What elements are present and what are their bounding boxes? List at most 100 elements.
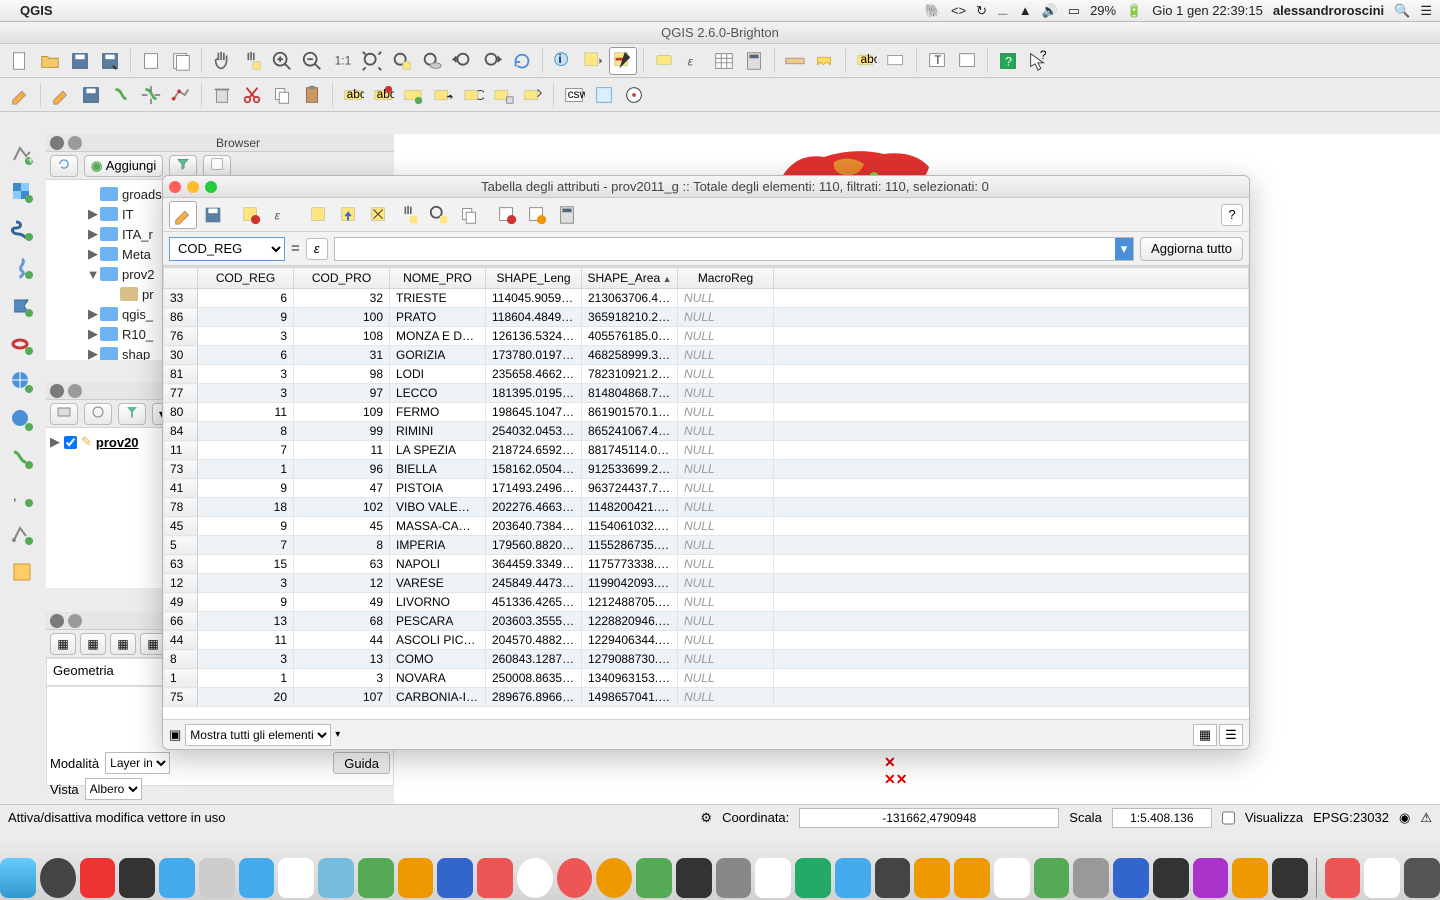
expression-input[interactable]: ▾ (334, 237, 1134, 261)
filter-legend-button[interactable] (118, 403, 146, 425)
dock-app[interactable] (318, 858, 354, 898)
crs-button[interactable]: ◉ (1399, 810, 1410, 826)
open-project-button[interactable] (36, 47, 64, 75)
toggle-extents-icon[interactable]: ⚙ (700, 810, 712, 826)
label-4[interactable] (429, 81, 457, 109)
save-as-button[interactable] (96, 47, 124, 75)
add-wcs-button[interactable] (6, 404, 38, 436)
dock-app[interactable] (239, 858, 275, 898)
form-view-button[interactable]: ☰ (1219, 724, 1243, 746)
add-feature-button[interactable] (107, 81, 135, 109)
composer-manager-button[interactable] (167, 47, 195, 75)
table-row[interactable]: 11 7 11 LA SPEZIA 218724.6592… 881745114… (164, 441, 1249, 460)
wifi-icon[interactable]: ▲ (1019, 3, 1032, 18)
dock-app[interactable] (278, 858, 314, 898)
dock-app[interactable] (636, 858, 672, 898)
zoom-layer-button[interactable] (418, 47, 446, 75)
new-vector-button[interactable] (6, 518, 38, 550)
add-raster-button[interactable] (6, 176, 38, 208)
zoom-full-button[interactable] (358, 47, 386, 75)
label-2[interactable]: abc (369, 81, 397, 109)
scale-input[interactable] (1112, 808, 1212, 828)
annotation-text-button[interactable]: T (923, 47, 951, 75)
pan-button[interactable] (208, 47, 236, 75)
table-row[interactable]: 30 6 31 GORIZIA 173780.0197… 468258999.3… (164, 346, 1249, 365)
bluetooth-icon[interactable]: ⚊ (997, 3, 1009, 19)
save-button[interactable] (66, 47, 94, 75)
table-row[interactable]: 84 8 99 RIMINI 254032.0453… 865241067.4…… (164, 422, 1249, 441)
table-row[interactable]: 75 20 107 CARBONIA-I… 289676.8966… 14986… (164, 688, 1249, 707)
identify-tool-3[interactable]: ▦ (110, 633, 136, 655)
plugin-1[interactable] (590, 81, 618, 109)
dock-app[interactable] (40, 858, 76, 898)
annotation-move-button[interactable] (953, 47, 981, 75)
dock-app[interactable] (398, 858, 434, 898)
label-6[interactable] (489, 81, 517, 109)
code-icon[interactable]: <> (951, 3, 966, 18)
current-edits-button[interactable] (47, 81, 75, 109)
pan-to-selection-button[interactable] (238, 47, 266, 75)
dock-app[interactable] (1073, 858, 1109, 898)
panel-undock-icon[interactable] (68, 136, 82, 150)
plugin-2[interactable] (620, 81, 648, 109)
csw-button[interactable]: csw (560, 81, 588, 109)
deselect-all-button[interactable] (305, 201, 333, 229)
dock-qgis[interactable] (1034, 858, 1070, 898)
field-calc-attr-button[interactable] (553, 201, 581, 229)
dock-app[interactable] (199, 858, 235, 898)
map-tips-button[interactable] (650, 47, 678, 75)
table-row[interactable]: 86 9 100 PRATO 118604.4849… 365918210.2…… (164, 308, 1249, 327)
add-delimited-button[interactable]: , (6, 480, 38, 512)
layers-undock-icon[interactable] (68, 384, 82, 398)
add-postgis-button[interactable] (6, 214, 38, 246)
delete-selected-button[interactable] (208, 81, 236, 109)
tree-item[interactable]: Meta (122, 247, 151, 262)
table-row[interactable]: 78 18 102 VIBO VALE… 202276.4663… 114820… (164, 498, 1249, 517)
col-header[interactable]: SHAPE_Leng (486, 268, 582, 289)
show-filter-select[interactable]: Mostra tutti gli elementi (185, 724, 331, 746)
guide-button[interactable]: Guida (333, 752, 390, 774)
dock-app[interactable] (755, 858, 791, 898)
toggle-edit-attr-button[interactable] (169, 201, 197, 229)
expression-select-button[interactable]: ε (680, 47, 708, 75)
dock-app[interactable] (716, 858, 752, 898)
move-feature-button[interactable] (137, 81, 165, 109)
filter-icon[interactable]: ▣ (169, 727, 181, 743)
dock-app[interactable] (1193, 858, 1229, 898)
render-checkbox[interactable] (1222, 808, 1235, 828)
zoom-selection-button[interactable] (388, 47, 416, 75)
dock-app[interactable] (80, 858, 116, 898)
add-mssql-button[interactable] (6, 290, 38, 322)
manage-visibility-button[interactable] (84, 403, 112, 425)
filter-browser-button[interactable] (169, 155, 197, 177)
display-icon[interactable]: ▭ (1068, 3, 1080, 19)
dock-app[interactable] (437, 858, 473, 898)
col-header-sorted[interactable]: SHAPE_Area (582, 268, 678, 289)
add-group-button[interactable] (50, 403, 78, 425)
mode-select[interactable]: Layer in (105, 752, 170, 774)
clock[interactable]: Gio 1 gen 22:39:15 (1152, 3, 1263, 18)
close-icon[interactable] (169, 181, 181, 193)
dock-app[interactable] (954, 858, 990, 898)
composer-button[interactable] (137, 47, 165, 75)
gps-button[interactable] (6, 556, 38, 588)
table-row[interactable]: 63 15 63 NAPOLI 364459.3349… 1175773338.… (164, 555, 1249, 574)
identify-undock-icon[interactable] (68, 614, 82, 628)
copy-button[interactable] (268, 81, 296, 109)
table-row[interactable]: 5 7 8 IMPERIA 179560.8820… 1155286735.… … (164, 536, 1249, 555)
copy-rows-button[interactable] (455, 201, 483, 229)
label-5[interactable] (459, 81, 487, 109)
table-row[interactable]: 33 6 32 TRIESTE 114045.9059… 213063706.4… (164, 289, 1249, 308)
dock-app[interactable] (1153, 858, 1189, 898)
collapse-browser-button[interactable] (203, 155, 231, 177)
add-wfs-button[interactable] (6, 442, 38, 474)
field-select[interactable]: COD_REG (169, 237, 285, 261)
zoom-next-button[interactable] (478, 47, 506, 75)
label-7[interactable] (519, 81, 547, 109)
table-row[interactable]: 66 13 68 PESCARA 203603.3555… 1228820946… (164, 612, 1249, 631)
table-row[interactable]: 73 1 96 BIELLA 158162.0504… 912533699.2…… (164, 460, 1249, 479)
bookmark-button[interactable] (811, 47, 839, 75)
messages-button[interactable]: ⚠ (1420, 810, 1432, 826)
table-row[interactable]: 8 3 13 COMO 260843.1287… 1279088730.… NU… (164, 650, 1249, 669)
save-edits-button[interactable] (77, 81, 105, 109)
